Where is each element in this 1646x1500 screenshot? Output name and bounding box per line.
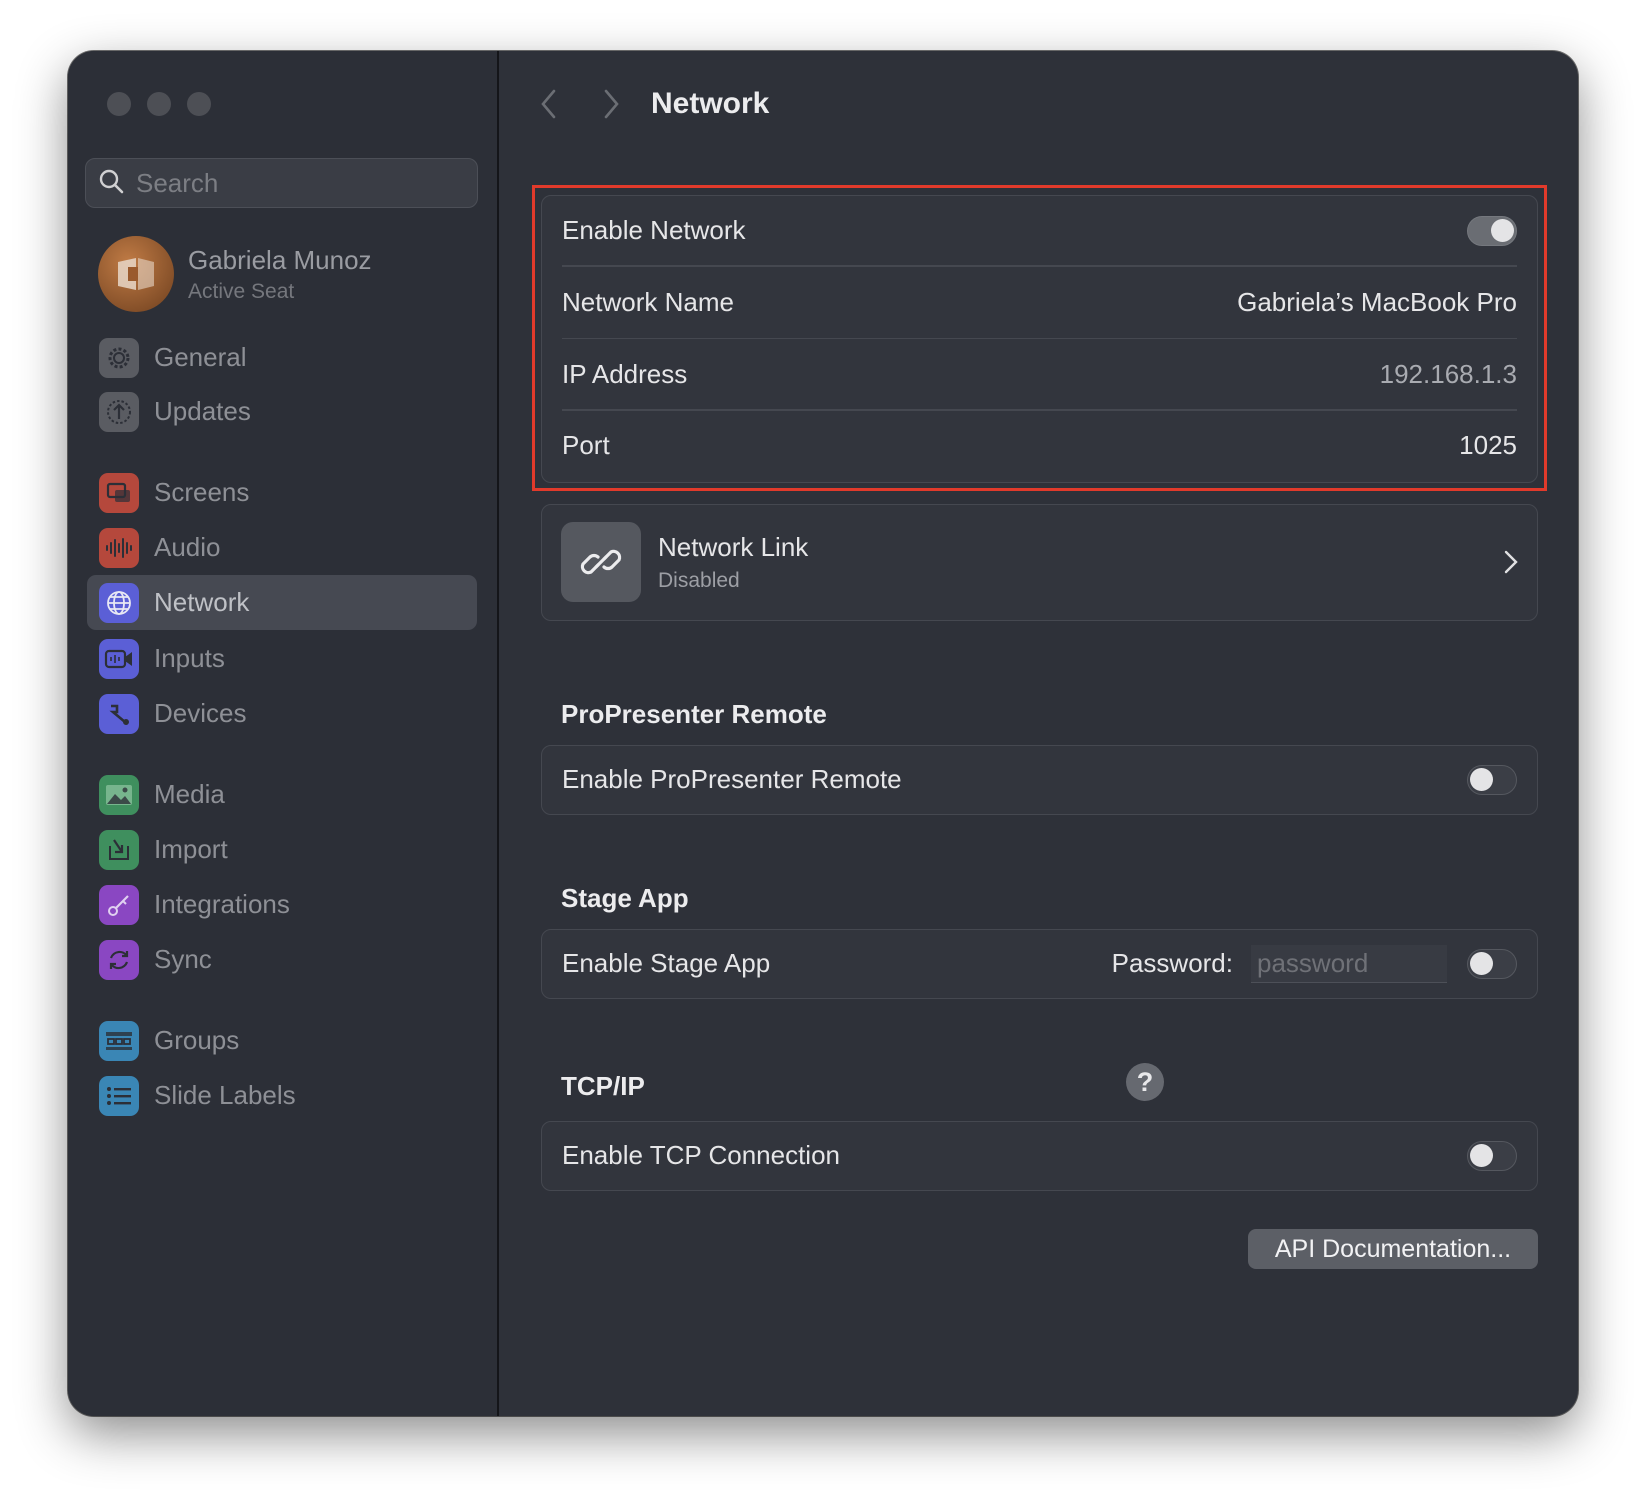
account-name: Gabriela Munoz bbox=[188, 244, 372, 275]
toolbar: Network bbox=[529, 79, 769, 129]
ip-address-row: IP Address 192.168.1.3 bbox=[542, 339, 1537, 409]
network-settings-card: Enable Network Network Name Gabriela’s M… bbox=[541, 195, 1538, 483]
sidebar-item-screens[interactable]: Screens bbox=[87, 465, 477, 520]
sidebar-item-label: Media bbox=[154, 779, 225, 809]
network-name-row: Network Name Gabriela’s MacBook Pro bbox=[542, 267, 1537, 338]
sidebar-item-label: Inputs bbox=[154, 643, 225, 673]
sidebar-item-label: Import bbox=[154, 834, 228, 864]
remote-card: Enable ProPresenter Remote bbox=[541, 745, 1538, 815]
forward-button[interactable] bbox=[591, 82, 631, 126]
avatar bbox=[98, 236, 174, 312]
sync-icon bbox=[99, 939, 139, 980]
port-label: Port bbox=[562, 430, 610, 460]
enable-stage-toggle[interactable] bbox=[1467, 948, 1517, 979]
sidebar-item-label: Updates bbox=[154, 396, 251, 426]
enable-tcp-label: Enable TCP Connection bbox=[562, 1140, 841, 1170]
groups-icon bbox=[99, 1020, 139, 1061]
chevron-right-icon bbox=[1504, 550, 1518, 574]
video-input-icon bbox=[99, 638, 139, 679]
sidebar-item-label: General bbox=[154, 342, 247, 372]
sidebar-item-media[interactable]: Media bbox=[87, 767, 477, 822]
enable-tcp-toggle[interactable] bbox=[1467, 1140, 1517, 1171]
port-row: Port 1025 bbox=[542, 411, 1537, 481]
close-window-button[interactable] bbox=[107, 92, 131, 116]
sidebar-item-audio[interactable]: Audio bbox=[87, 520, 477, 575]
minimize-window-button[interactable] bbox=[147, 92, 171, 116]
chevron-left-icon bbox=[541, 89, 556, 119]
audio-waveform-icon bbox=[99, 527, 139, 568]
sidebar-item-label: Sync bbox=[154, 944, 212, 974]
port-value[interactable]: 1025 bbox=[1459, 430, 1517, 461]
devices-icon bbox=[99, 693, 139, 734]
network-link-row[interactable]: Network Link Disabled bbox=[541, 504, 1538, 621]
enable-network-label: Enable Network bbox=[562, 215, 746, 245]
search-icon bbox=[98, 168, 124, 199]
window-controls bbox=[107, 92, 211, 116]
main-content: Network Enable Network Network Name Gabr… bbox=[499, 51, 1578, 1416]
gear-icon bbox=[99, 337, 139, 378]
list-icon bbox=[99, 1075, 139, 1116]
sidebar-item-integrations[interactable]: Integrations bbox=[87, 877, 477, 932]
network-name-label: Network Name bbox=[562, 286, 734, 317]
sidebar-item-label: Integrations bbox=[154, 889, 290, 919]
image-icon bbox=[99, 774, 139, 815]
enable-remote-label: Enable ProPresenter Remote bbox=[562, 764, 902, 794]
sidebar-item-label: Groups bbox=[154, 1025, 240, 1055]
ip-address-label: IP Address bbox=[562, 358, 688, 389]
search-field[interactable] bbox=[85, 158, 478, 208]
remote-section-title: ProPresenter Remote bbox=[561, 699, 827, 729]
sidebar-item-label: Audio bbox=[154, 532, 221, 562]
back-button[interactable] bbox=[529, 82, 569, 126]
password-input[interactable] bbox=[1251, 944, 1447, 983]
network-link-title: Network Link bbox=[658, 531, 809, 562]
enable-remote-toggle[interactable] bbox=[1467, 764, 1517, 795]
settings-window: Gabriela Munoz Active Seat General Updat… bbox=[68, 51, 1578, 1416]
enable-stage-label: Enable Stage App bbox=[562, 948, 771, 978]
sidebar-item-sync[interactable]: Sync bbox=[87, 932, 477, 987]
sidebar-item-slide-labels[interactable]: Slide Labels bbox=[87, 1068, 477, 1123]
import-icon bbox=[99, 829, 139, 870]
propresenter-logo-icon bbox=[118, 258, 154, 290]
link-icon bbox=[561, 522, 641, 602]
tcp-section-title: TCP/IP bbox=[561, 1071, 645, 1101]
sidebar-item-import[interactable]: Import bbox=[87, 822, 477, 877]
screens-icon bbox=[99, 472, 139, 513]
zoom-window-button[interactable] bbox=[187, 92, 211, 116]
sidebar-item-network[interactable]: Network bbox=[87, 575, 477, 630]
sidebar-item-groups[interactable]: Groups bbox=[87, 1013, 477, 1068]
globe-icon bbox=[99, 582, 139, 623]
sidebar-item-label: Network bbox=[154, 587, 250, 617]
sidebar-item-general[interactable]: General bbox=[87, 330, 477, 385]
search-input[interactable] bbox=[134, 166, 458, 200]
stage-card: Enable Stage App Password: bbox=[541, 929, 1538, 999]
sidebar-item-updates[interactable]: Updates bbox=[87, 384, 477, 439]
password-label: Password: bbox=[1111, 948, 1233, 978]
network-link-status: Disabled bbox=[658, 568, 740, 592]
chevron-right-icon bbox=[604, 89, 619, 119]
tcp-card: Enable TCP Connection bbox=[541, 1121, 1538, 1191]
api-documentation-button[interactable]: API Documentation... bbox=[1248, 1229, 1538, 1269]
stage-section-title: Stage App bbox=[561, 883, 689, 913]
ip-address-value: 192.168.1.3 bbox=[1379, 358, 1517, 389]
sidebar-item-devices[interactable]: Devices bbox=[87, 686, 477, 741]
sidebar-item-inputs[interactable]: Inputs bbox=[87, 631, 477, 686]
integrations-icon bbox=[99, 884, 139, 925]
page-title: Network bbox=[651, 87, 770, 120]
enable-network-row: Enable Network bbox=[542, 196, 1537, 265]
network-name-value[interactable]: Gabriela’s MacBook Pro bbox=[1237, 287, 1517, 318]
upload-icon bbox=[99, 391, 139, 432]
enable-network-toggle[interactable] bbox=[1467, 215, 1517, 246]
account-card[interactable]: Gabriela Munoz Active Seat bbox=[98, 236, 372, 312]
help-button[interactable]: ? bbox=[1126, 1063, 1164, 1101]
sidebar-item-label: Devices bbox=[154, 698, 247, 728]
account-status: Active Seat bbox=[188, 279, 295, 303]
sidebar: Gabriela Munoz Active Seat General Updat… bbox=[68, 51, 499, 1416]
sidebar-item-label: Screens bbox=[154, 477, 250, 507]
sidebar-item-label: Slide Labels bbox=[154, 1080, 296, 1110]
